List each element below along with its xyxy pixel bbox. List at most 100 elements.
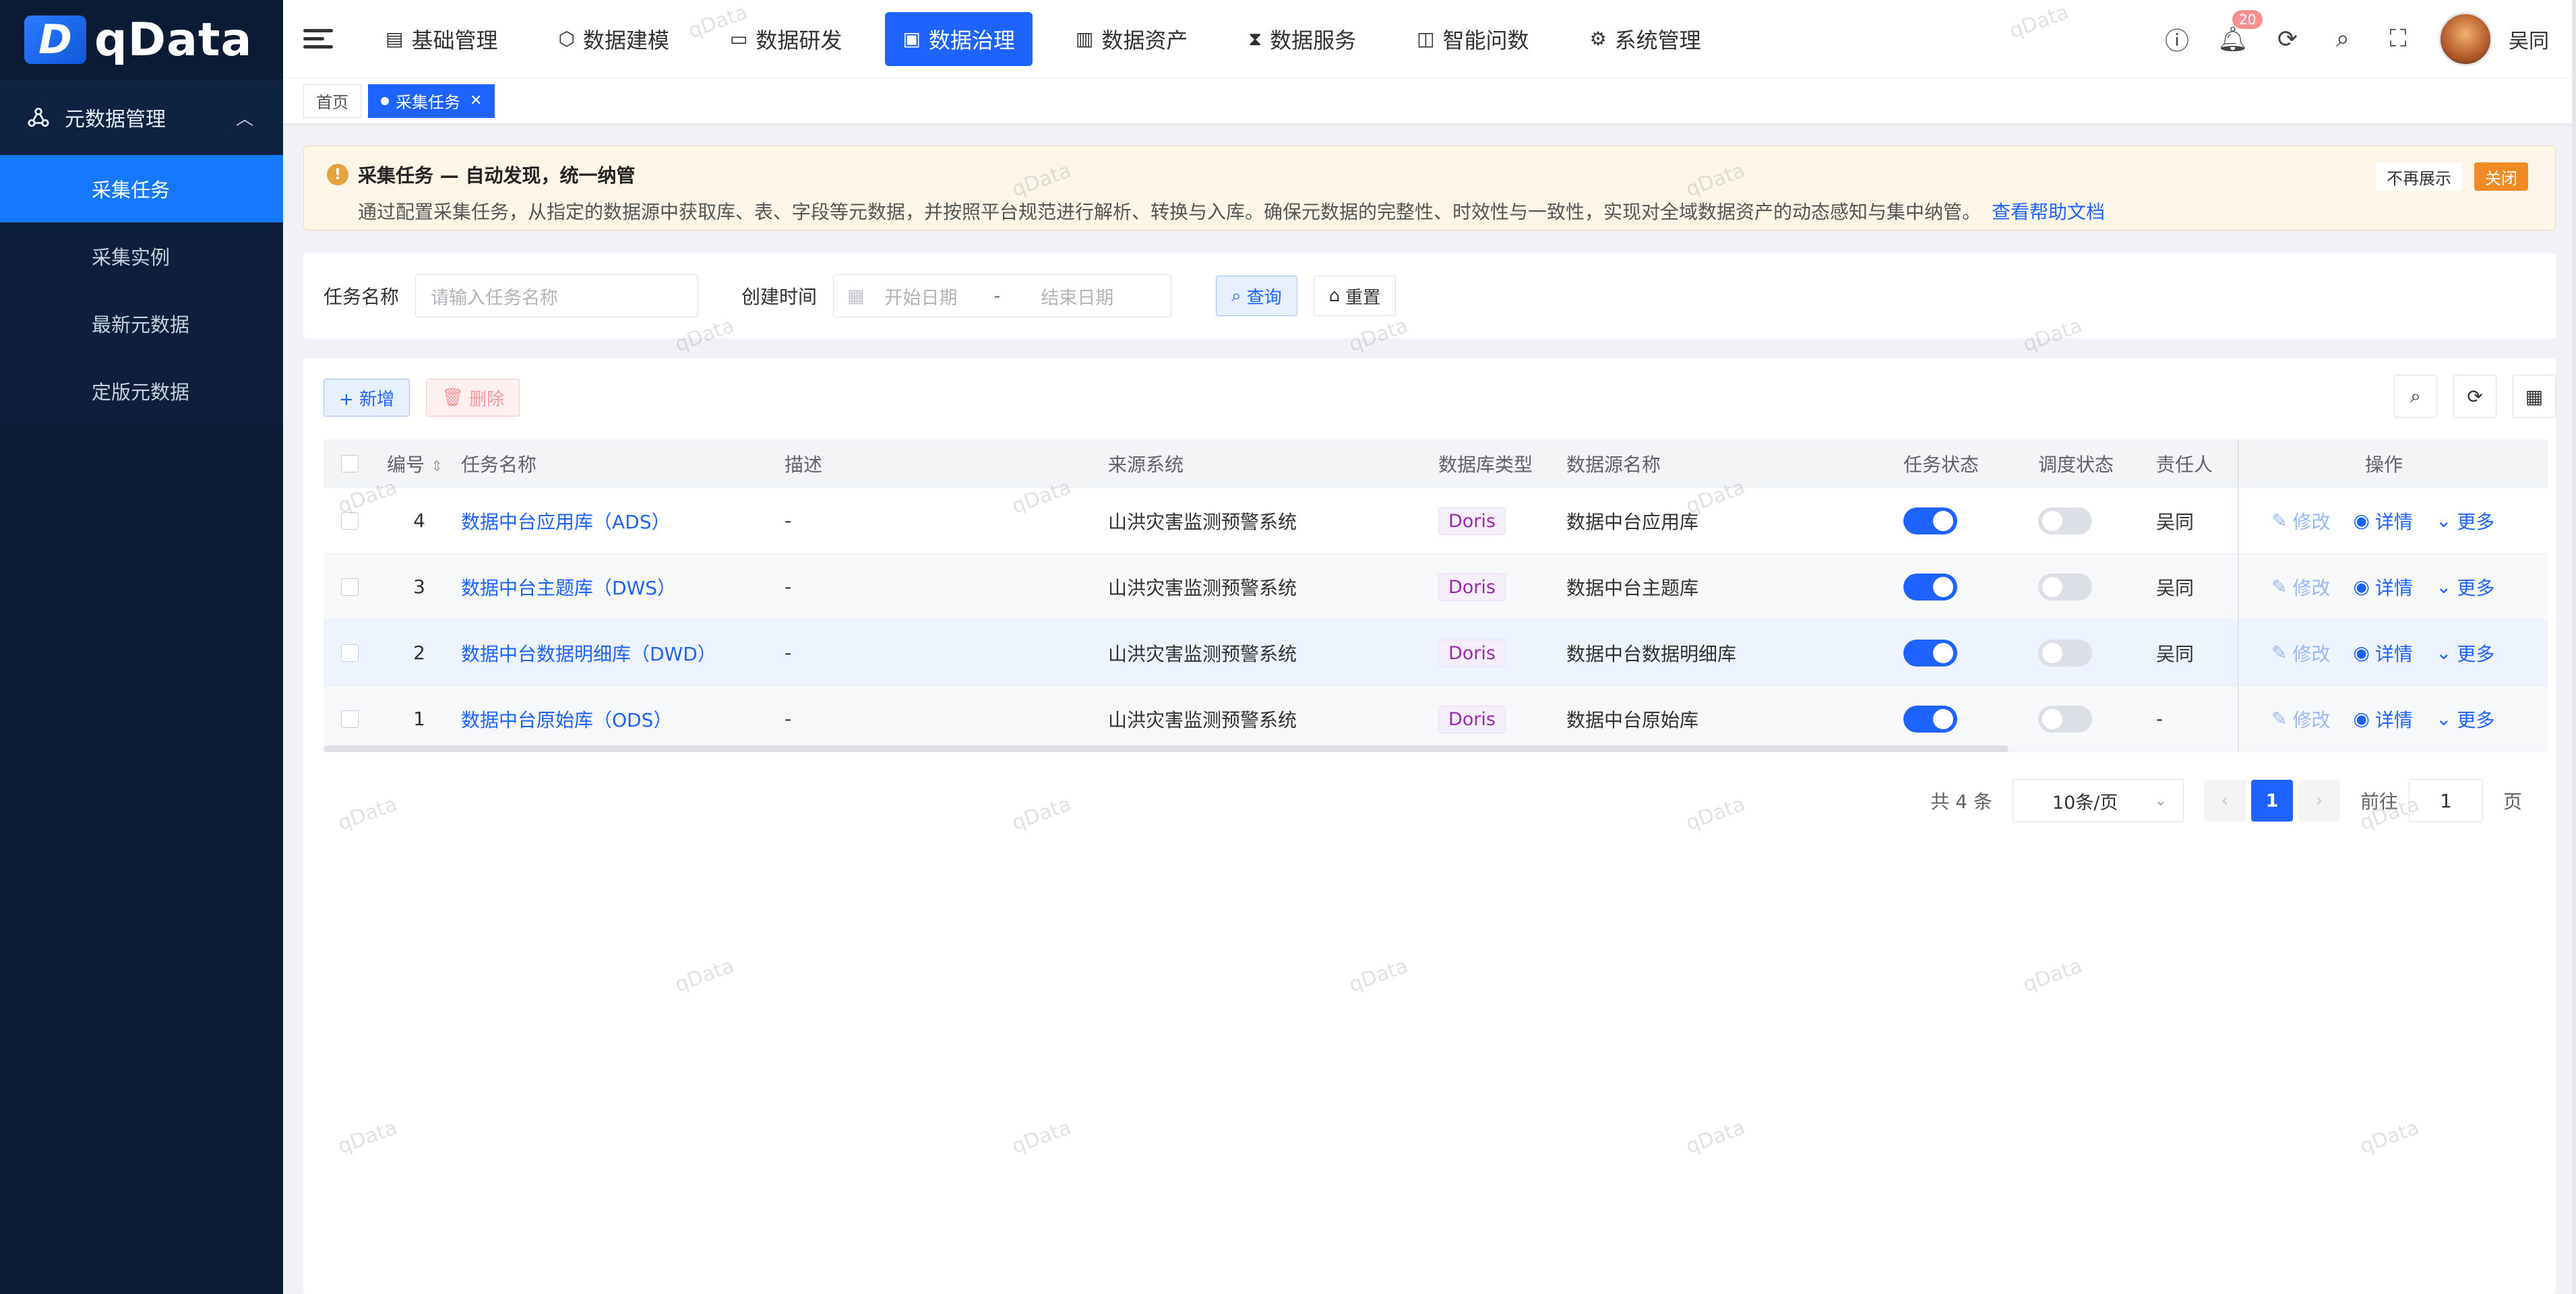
row-checkbox[interactable] — [341, 710, 359, 728]
sidebar-item-collect-instance[interactable]: 采集实例 — [0, 222, 283, 290]
prev-page-button[interactable]: ‹ — [2203, 780, 2246, 822]
reset-button[interactable]: ⌂ 重置 — [1313, 276, 1397, 316]
asset-icon: ▥ — [1075, 28, 1094, 50]
cell-task-name[interactable]: 数据中台主题库（DWS） — [452, 574, 775, 600]
more-button[interactable]: ⌄ 更多 — [2436, 507, 2494, 534]
cell-owner: 吴同 — [2156, 642, 2195, 665]
task-status-switch[interactable] — [1903, 705, 1957, 733]
table-row[interactable]: 4 数据中台应用库（ADS） - 山洪灾害监测预警系统 Doris 数据中台应用库 吴同 ✎ 修… — [324, 488, 2548, 554]
sidebar-item-label: 最新元数据 — [92, 313, 190, 336]
goto-page-input[interactable]: 1 — [2408, 779, 2483, 822]
date-range-picker[interactable]: ▦ 开始日期 - 结束日期 — [833, 274, 1172, 317]
start-date-placeholder[interactable]: 开始日期 — [885, 283, 958, 309]
refresh-icon[interactable]: ⟳ — [2273, 26, 2302, 53]
columns-icon[interactable]: ▦ — [2513, 375, 2556, 418]
notice-desc-text: 通过配置采集任务，从指定的数据源中获取库、表、字段等元数据，并按照平台规范进行解… — [358, 201, 1982, 223]
edit-button[interactable]: ✎ 修改 — [2271, 640, 2330, 667]
tab-label: 首页 — [316, 93, 348, 112]
schedule-status-switch[interactable] — [2038, 507, 2092, 534]
avatar[interactable] — [2439, 12, 2492, 66]
more-button[interactable]: ⌄ 更多 — [2436, 640, 2494, 667]
tab-home[interactable]: 首页 — [303, 84, 361, 118]
goto-label: 前往 — [2360, 791, 2398, 813]
select-all-checkbox[interactable] — [341, 454, 359, 472]
row-checkbox[interactable] — [341, 512, 359, 530]
date-separator: - — [993, 285, 1001, 307]
refresh-icon[interactable]: ⟳ — [2453, 375, 2496, 418]
page-size-select[interactable]: 10条/页 ⌄ — [2012, 779, 2184, 822]
task-name-input[interactable]: 请输入任务名称 — [415, 274, 699, 317]
table-card: + 新增 🗑︎ 删除 ⌕ ⟳ ▦ 编号 ⇕ 任务名称 描述 来源系统 数据库类型 … — [303, 359, 2556, 1294]
task-status-switch[interactable] — [1903, 639, 1957, 667]
cell-task-name[interactable]: 数据中台原始库（ODS） — [452, 706, 775, 733]
bell-icon[interactable]: 🔔︎ 20 — [2217, 10, 2263, 53]
col-task-status: 任务状态 — [1903, 453, 1980, 476]
edit-button[interactable]: ✎ 修改 — [2271, 706, 2330, 733]
table-row[interactable]: 3 数据中台主题库（DWS） - 山洪灾害监测预警系统 Doris 数据中台主题库 吴同 ✎ 修… — [324, 554, 2548, 620]
close-button[interactable]: 关闭 — [2474, 162, 2528, 191]
page-number-current[interactable]: 1 — [2250, 780, 2293, 822]
delete-label: 删除 — [469, 389, 505, 410]
edit-button[interactable]: ✎ 修改 — [2271, 574, 2330, 600]
close-icon[interactable]: ✕ — [470, 92, 482, 109]
schedule-status-switch[interactable] — [2038, 639, 2092, 667]
delete-button[interactable]: 🗑︎ 删除 — [426, 379, 520, 417]
nav-smart-query[interactable]: ◫ 智能问数 — [1399, 12, 1546, 66]
row-checkbox[interactable] — [341, 644, 359, 662]
detail-button[interactable]: ◉ 详情 — [2353, 640, 2412, 667]
menu-toggle-icon[interactable] — [303, 24, 333, 54]
query-button[interactable]: ⌕ 查询 — [1216, 276, 1297, 316]
trash-icon: 🗑︎ — [441, 388, 464, 408]
fullscreen-icon[interactable]: ⛶ — [2383, 25, 2413, 53]
cell-task-name[interactable]: 数据中台数据明细库（DWD） — [452, 640, 775, 667]
more-button[interactable]: ⌄ 更多 — [2436, 706, 2494, 733]
table-row[interactable]: 1 数据中台原始库（ODS） - 山洪灾害监测预警系统 Doris 数据中台原始库 - ✎ 修改… — [324, 686, 2548, 752]
cell-source: 山洪灾害监测预警系统 — [1108, 708, 1297, 731]
nav-modeling[interactable]: ⬡ 数据建模 — [541, 12, 686, 66]
cell-task-name[interactable]: 数据中台应用库（ADS） — [452, 507, 775, 534]
tab-collect-task[interactable]: 采集任务 ✕ — [368, 84, 495, 118]
sidebar-item-final-metadata[interactable]: 定版元数据 — [0, 357, 283, 425]
sort-icon[interactable]: ⇕ — [431, 458, 443, 475]
add-button[interactable]: + 新增 — [324, 379, 410, 417]
more-button[interactable]: ⌄ 更多 — [2436, 574, 2494, 600]
nav-governance[interactable]: ▣ 数据治理 — [885, 11, 1033, 66]
nav-dev[interactable]: ▭ 数据研发 — [712, 12, 859, 66]
page-size-value: 10条/页 — [2052, 792, 2118, 813]
search-toggle-icon[interactable]: ⌕ — [2394, 375, 2437, 418]
logo[interactable]: D qData — [0, 0, 283, 80]
help-doc-link[interactable]: 查看帮助文档 — [1992, 201, 2105, 223]
menu-group-metadata[interactable]: 元数据管理 ︿ — [0, 80, 283, 155]
col-datasource: 数据源名称 — [1566, 453, 1661, 476]
help-icon[interactable]: ⓘ — [2162, 22, 2192, 57]
detail-button[interactable]: ◉ 详情 — [2353, 574, 2412, 600]
table-toolbar-right: ⌕ ⟳ ▦ — [2394, 375, 2556, 418]
col-owner: 责任人 — [2156, 453, 2213, 476]
nav-label: 基础管理 — [411, 27, 498, 53]
sidebar-item-latest-metadata[interactable]: 最新元数据 — [0, 290, 283, 357]
nav-assets[interactable]: ▥ 数据资产 — [1058, 12, 1205, 66]
task-status-switch[interactable] — [1903, 507, 1957, 534]
nav-services[interactable]: ⧗ 数据服务 — [1231, 12, 1374, 66]
schedule-status-switch[interactable] — [2038, 573, 2092, 600]
logo-icon: D — [24, 16, 86, 64]
col-id[interactable]: 编号 ⇕ — [377, 450, 452, 477]
edit-button[interactable]: ✎ 修改 — [2271, 507, 2330, 534]
detail-button[interactable]: ◉ 详情 — [2353, 706, 2412, 733]
username[interactable]: 吴同 — [2509, 24, 2549, 54]
sidebar-item-collect-task[interactable]: 采集任务 — [0, 155, 283, 222]
row-checkbox[interactable] — [341, 578, 359, 596]
next-page-button[interactable]: › — [2298, 780, 2340, 822]
detail-button[interactable]: ◉ 详情 — [2353, 507, 2412, 534]
table-row[interactable]: 2 数据中台数据明细库（DWD） - 山洪灾害监测预警系统 Doris 数据中台数据明细库… — [324, 620, 2548, 686]
right-scrollbar[interactable] — [2572, 0, 2576, 1294]
nav-system[interactable]: ⚙ 系统管理 — [1572, 12, 1719, 66]
task-status-switch[interactable] — [1903, 573, 1957, 600]
nav-basic[interactable]: ▤ 基础管理 — [368, 12, 515, 66]
edit-icon: ✎ — [2271, 708, 2288, 730]
schedule-status-switch[interactable] — [2038, 705, 2092, 733]
dismiss-button[interactable]: 不再展示 — [2376, 162, 2462, 191]
horizontal-scrollbar[interactable] — [324, 745, 2008, 752]
search-icon[interactable]: ⌕ — [2328, 25, 2358, 53]
end-date-placeholder[interactable]: 结束日期 — [1041, 283, 1113, 309]
